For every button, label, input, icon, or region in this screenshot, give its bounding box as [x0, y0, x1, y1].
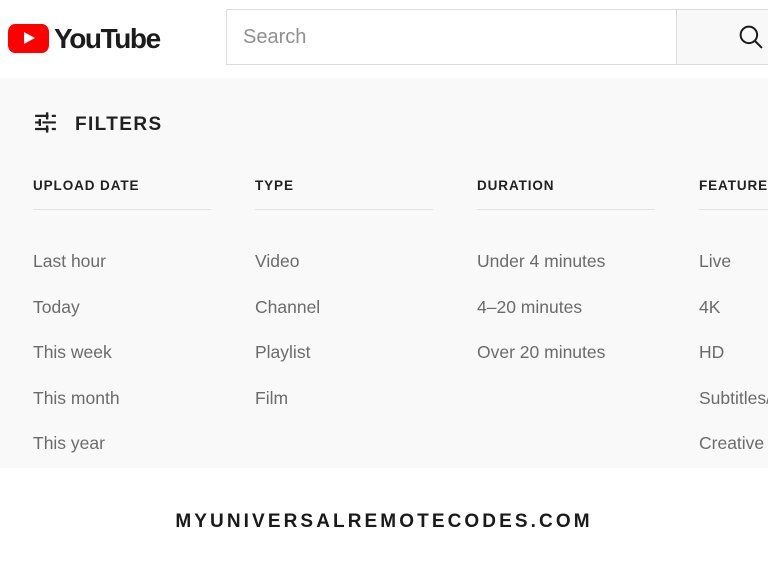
filter-item-hd[interactable]: HD: [699, 330, 768, 376]
footer: MYUNIVERSALREMOTECODES.COM: [0, 468, 768, 576]
filter-item-playlist[interactable]: Playlist: [255, 330, 433, 376]
filter-item-over-20-minutes[interactable]: Over 20 minutes: [477, 330, 655, 376]
tune-icon: [33, 110, 58, 140]
column-header-type: TYPE: [255, 178, 294, 193]
filter-item-this-year[interactable]: This year: [33, 421, 211, 467]
filters-title: FILTERS: [75, 114, 163, 135]
filters-header[interactable]: FILTERS: [33, 111, 163, 139]
column-header-upload-date: UPLOAD DATE: [33, 178, 140, 193]
search-bar: [226, 9, 768, 65]
youtube-logo[interactable]: YouTube: [8, 20, 161, 56]
filter-item-today[interactable]: Today: [33, 285, 211, 331]
filter-item-4-20-minutes[interactable]: 4–20 minutes: [477, 285, 655, 331]
search-button[interactable]: [676, 9, 768, 65]
youtube-play-icon: [8, 23, 49, 53]
filter-item-film[interactable]: Film: [255, 376, 433, 422]
column-items-type: Video Channel Playlist Film: [255, 239, 433, 421]
watermark-text: MYUNIVERSALREMOTECODES.COM: [175, 511, 593, 532]
column-header-duration: DURATION: [477, 178, 555, 193]
filter-item-under-4-minutes[interactable]: Under 4 minutes: [477, 239, 655, 285]
column-items-features: Live 4K HD Subtitles/CC Creative Commons: [699, 239, 768, 467]
filter-column-upload-date: UPLOAD DATE Last hour Today This week Th…: [33, 178, 211, 467]
filter-item-subtitles-cc[interactable]: Subtitles/CC: [699, 376, 768, 422]
filter-item-video[interactable]: Video: [255, 239, 433, 285]
filter-item-creative-commons[interactable]: Creative Commons: [699, 421, 768, 467]
filter-item-last-hour[interactable]: Last hour: [33, 239, 211, 285]
search-input[interactable]: [226, 9, 676, 65]
search-icon: [736, 22, 766, 52]
filter-item-4k[interactable]: 4K: [699, 285, 768, 331]
filter-column-duration: DURATION Under 4 minutes 4–20 minutes Ov…: [477, 178, 655, 467]
column-divider: [477, 209, 655, 210]
column-items-duration: Under 4 minutes 4–20 minutes Over 20 min…: [477, 239, 655, 376]
filter-item-this-month[interactable]: This month: [33, 376, 211, 422]
column-divider: [699, 209, 768, 210]
filter-column-features: FEATURES Live 4K HD Subtitles/CC Creativ…: [699, 178, 768, 467]
column-items-upload-date: Last hour Today This week This month Thi…: [33, 239, 211, 467]
filter-item-channel[interactable]: Channel: [255, 285, 433, 331]
filter-item-live[interactable]: Live: [699, 239, 768, 285]
filter-column-type: TYPE Video Channel Playlist Film: [255, 178, 433, 467]
filter-item-this-week[interactable]: This week: [33, 330, 211, 376]
filters-panel: FILTERS UPLOAD DATE Last hour Today This…: [0, 78, 768, 468]
top-header-bar: YouTube: [0, 0, 768, 78]
column-divider: [33, 209, 211, 210]
column-divider: [255, 209, 433, 210]
column-header-features: FEATURES: [699, 178, 768, 193]
youtube-logo-text: YouTube: [54, 22, 161, 54]
filter-columns: UPLOAD DATE Last hour Today This week Th…: [33, 178, 768, 467]
